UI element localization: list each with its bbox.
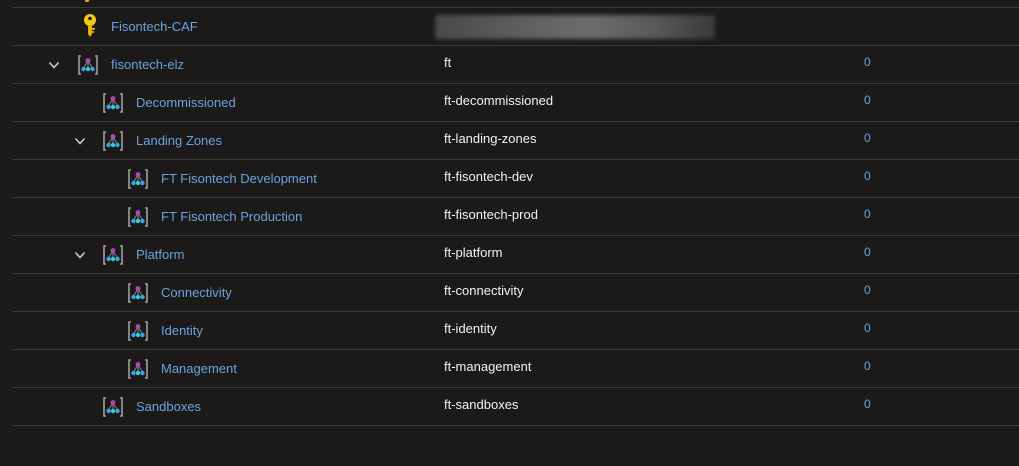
management-group-name-link[interactable]: Identity	[161, 323, 203, 338]
management-group-name-link[interactable]: FT Fisontech Development	[161, 171, 317, 186]
management-group-icon	[76, 53, 100, 77]
management-group-tree: Fisontech-CAF fisontech-elz ft 0 Decommis	[12, 0, 1019, 466]
management-group-id: ft	[444, 55, 452, 70]
subscription-count-link[interactable]: 0	[864, 359, 871, 373]
management-group-id: ft-fisontech-prod	[444, 207, 538, 222]
tree-row[interactable]: Management ft-management 0	[12, 350, 1019, 388]
subscription-count-link[interactable]: 0	[864, 55, 871, 69]
tree-row[interactable]: Connectivity ft-connectivity 0	[12, 274, 1019, 312]
management-group-id: ft-landing-zones	[444, 131, 537, 146]
management-group-icon	[126, 205, 150, 229]
management-group-id: ft-management	[444, 359, 532, 374]
management-group-id: ft-platform	[444, 245, 503, 260]
management-group-icon	[126, 357, 150, 381]
tree-row[interactable]: Platform ft-platform 0	[12, 236, 1019, 274]
management-group-id: ft-sandboxes	[444, 397, 519, 412]
subscription-count-link[interactable]: 0	[864, 283, 871, 297]
tree-row[interactable]: FT Fisontech Production ft-fisontech-prod…	[12, 198, 1019, 236]
key-icon	[78, 13, 102, 37]
management-group-name-link[interactable]: Platform	[136, 247, 184, 262]
management-group-name-link[interactable]: Sandboxes	[136, 399, 201, 414]
management-group-id: ft-decommissioned	[444, 93, 554, 108]
management-group-icon	[101, 243, 125, 267]
management-group-name-link[interactable]: Landing Zones	[136, 133, 222, 148]
chevron-down-icon[interactable]	[74, 135, 86, 147]
tree-row[interactable]: Identity ft-identity 0	[12, 312, 1019, 350]
management-group-name-link[interactable]: Management	[161, 361, 237, 376]
management-group-name-link[interactable]: fisontech-elz	[111, 57, 184, 72]
management-group-icon	[101, 91, 125, 115]
management-group-icon	[126, 281, 150, 305]
redacted-id	[435, 15, 715, 39]
subscription-count-link[interactable]: 0	[864, 321, 871, 335]
subscription-count-link[interactable]: 0	[864, 245, 871, 259]
management-group-id: ft-identity	[444, 321, 497, 336]
subscription-count-link[interactable]: 0	[864, 207, 871, 221]
previous-row-edge	[12, 0, 1019, 8]
subscription-count-link[interactable]: 0	[864, 131, 871, 145]
tree-row[interactable]: fisontech-elz ft 0	[12, 46, 1019, 84]
management-group-name-link[interactable]: FT Fisontech Production	[161, 209, 302, 224]
management-group-name-link[interactable]: Decommissioned	[136, 95, 236, 110]
chevron-down-icon[interactable]	[48, 59, 60, 71]
management-group-icon	[101, 129, 125, 153]
management-group-id: ft-connectivity	[444, 283, 524, 298]
management-group-name-link[interactable]: Connectivity	[161, 285, 232, 300]
management-group-icon	[126, 319, 150, 343]
tree-row[interactable]: Fisontech-CAF	[12, 8, 1019, 46]
subscription-count-link[interactable]: 0	[864, 397, 871, 411]
chevron-down-icon[interactable]	[74, 249, 86, 261]
tree-row[interactable]: Landing Zones ft-landing-zones 0	[12, 122, 1019, 160]
management-group-id: ft-fisontech-dev	[444, 169, 533, 184]
management-group-name-link[interactable]: Fisontech-CAF	[111, 19, 198, 34]
subscription-count-link[interactable]: 0	[864, 93, 871, 107]
management-group-icon	[126, 167, 150, 191]
tree-row[interactable]: Sandboxes ft-sandboxes 0	[12, 388, 1019, 426]
management-group-icon	[101, 395, 125, 419]
subscription-count-link[interactable]: 0	[864, 169, 871, 183]
tree-row[interactable]: Decommissioned ft-decommissioned 0	[12, 84, 1019, 122]
tree-row[interactable]: FT Fisontech Development ft-fisontech-dev…	[12, 160, 1019, 198]
key-icon-fragment	[85, 0, 89, 2]
